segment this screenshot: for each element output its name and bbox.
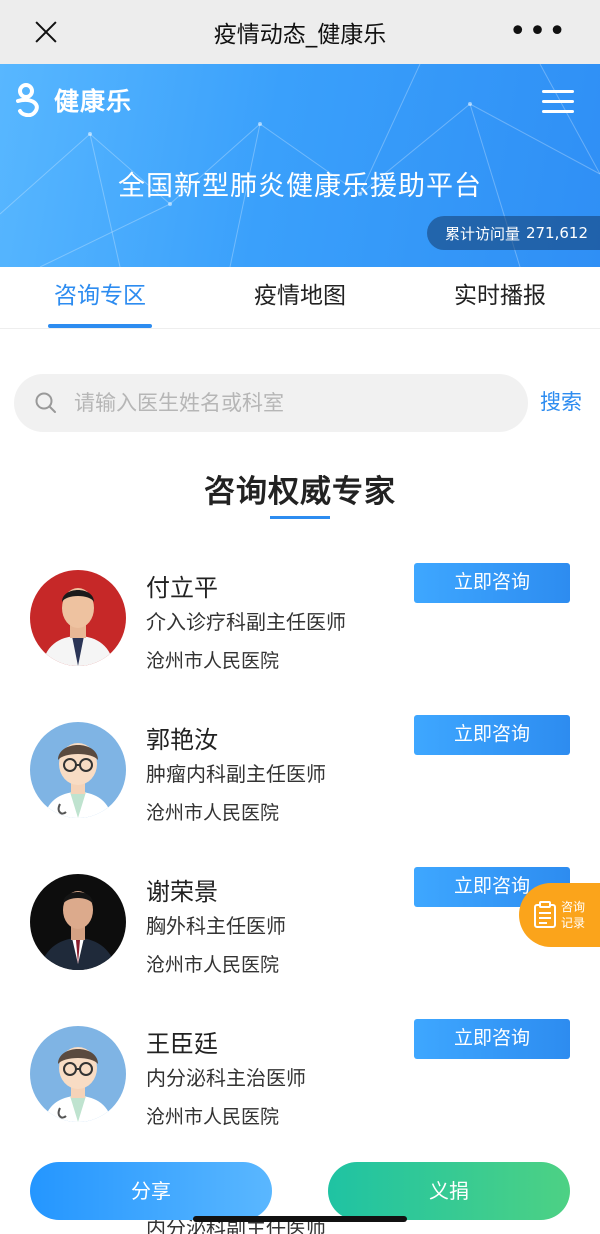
doctor-name: 王臣廷 xyxy=(146,1030,218,1058)
tab-epidemic-map[interactable]: 疫情地图 xyxy=(200,267,400,328)
doctor-title: 肿瘤内科副主任医师 xyxy=(146,762,326,786)
doctor-name: 郭艳汝 xyxy=(146,726,218,754)
close-icon[interactable] xyxy=(30,16,62,48)
brand-name: 健康乐 xyxy=(54,87,133,116)
doctor-list-item[interactable]: 付立平 介入诊疗科副主任医师 沧州市人民医院 立即咨询 xyxy=(0,563,600,706)
section-title: 咨询权威专家 xyxy=(204,474,396,510)
wechat-top-bar: 疫情动态_健康乐 ••• xyxy=(0,0,600,64)
doctor-title: 胸外科主任医师 xyxy=(146,914,286,938)
brand-logo: 健康乐 xyxy=(14,82,132,118)
doctor-hospital: 沧州市人民医院 xyxy=(146,650,280,672)
consult-record-button[interactable]: 咨询 记录 xyxy=(519,883,600,947)
search-icon xyxy=(35,392,56,413)
consult-record-line2: 记录 xyxy=(561,916,586,930)
home-indicator xyxy=(193,1216,407,1222)
visit-counter-value: 271,612 xyxy=(525,224,588,242)
visit-counter-label: 累计访问量 xyxy=(444,224,520,243)
header-banner: 健康乐 全国新型肺炎健康乐援助平台 累计访问量 271,612 xyxy=(0,64,600,267)
doctor-hospital: 沧州市人民医院 xyxy=(146,1106,280,1128)
tab-bar: 咨询专区 疫情地图 实时播报 xyxy=(0,267,600,329)
brand-logo-icon xyxy=(16,83,39,117)
consult-now-button[interactable]: 立即咨询 xyxy=(414,563,570,603)
doctor-list-item[interactable]: 王臣廷 内分泌科主治医师 沧州市人民医院 立即咨询 xyxy=(0,1019,600,1162)
doctor-avatar xyxy=(30,1026,126,1122)
doctor-hospital: 沧州市人民医院 xyxy=(146,802,280,824)
consult-record-line1: 咨询 xyxy=(561,900,586,914)
doctor-avatar xyxy=(30,874,126,970)
search-button[interactable]: 搜索 xyxy=(540,386,582,416)
tab-live-report[interactable]: 实时播报 xyxy=(400,267,600,328)
tab-consultation[interactable]: 咨询专区 xyxy=(0,267,200,328)
doctor-hospital: 沧州市人民医院 xyxy=(146,954,280,976)
search-box xyxy=(14,374,528,432)
doctor-title: 介入诊疗科副主任医师 xyxy=(146,610,346,634)
consult-now-button[interactable]: 立即咨询 xyxy=(414,1019,570,1059)
doctor-name: 谢荣景 xyxy=(146,878,218,906)
doctor-list-item[interactable]: 郭艳汝 肿瘤内科副主任医师 沧州市人民医院 立即咨询 xyxy=(0,715,600,858)
doctor-avatar xyxy=(30,722,126,818)
visit-counter-badge: 累计访问量 271,612 xyxy=(426,216,600,250)
doctor-list-item[interactable]: 谢荣景 胸外科主任医师 沧州市人民医院 立即咨询 xyxy=(0,867,600,1010)
hamburger-menu-icon[interactable] xyxy=(542,90,574,114)
consult-record-label: 咨询 记录 xyxy=(561,899,585,931)
clipboard-icon xyxy=(534,901,556,928)
search-input[interactable] xyxy=(74,391,474,415)
consult-now-button[interactable]: 立即咨询 xyxy=(414,715,570,755)
doctor-title: 内分泌科主治医师 xyxy=(146,1066,306,1090)
share-button[interactable]: 分享 xyxy=(30,1162,272,1220)
banner-headline: 全国新型肺炎健康乐援助平台 xyxy=(118,171,482,202)
doctor-name: 付立平 xyxy=(146,574,218,602)
more-options-icon[interactable]: ••• xyxy=(509,17,568,47)
window-title: 疫情动态_健康乐 xyxy=(213,22,387,48)
donate-button[interactable]: 义捐 xyxy=(328,1162,570,1220)
page: 疫情动态_健康乐 ••• 健康乐 全国新型肺炎健康乐援助平台 累计访问量 271… xyxy=(0,0,600,1234)
doctor-avatar xyxy=(30,570,126,666)
section-title-underline xyxy=(270,516,330,519)
